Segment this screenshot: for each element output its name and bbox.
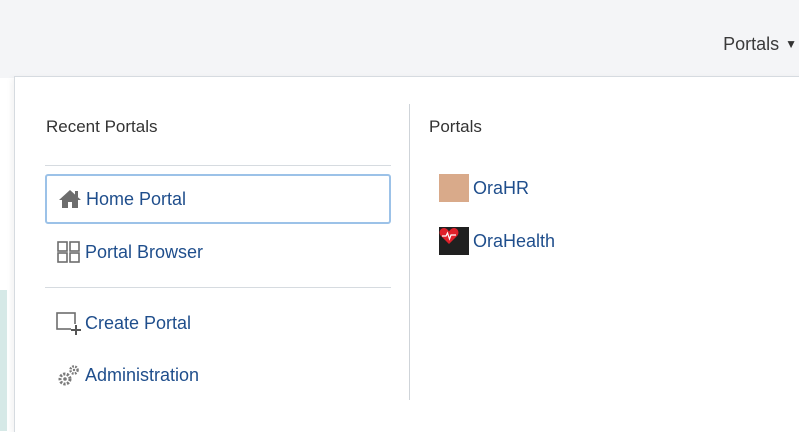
divider — [45, 165, 391, 166]
home-icon — [54, 186, 86, 212]
orahr-thumbnail — [439, 174, 469, 202]
home-portal-label: Home Portal — [86, 188, 187, 209]
administration-link[interactable]: Administration — [45, 351, 391, 399]
portal-browser-link[interactable]: Portal Browser — [45, 228, 391, 276]
create-portal-label: Create Portal — [85, 312, 192, 333]
portals-dropdown: Recent Portals Home Portal Portal Browse… — [14, 76, 799, 432]
top-bar: Portals ▼ — [0, 0, 799, 78]
orahealth-heart-thumbnail — [439, 227, 469, 255]
column-divider — [409, 104, 410, 400]
recent-portals-heading: Recent Portals — [46, 117, 158, 136]
grid-icon — [53, 239, 85, 265]
administration-label: Administration — [85, 364, 200, 385]
portals-menu-button[interactable]: Portals ▼ — [723, 32, 799, 56]
portal-label-orahr: OraHR — [473, 177, 530, 198]
home-portal-link[interactable]: Home Portal — [45, 174, 391, 224]
portal-browser-label: Portal Browser — [85, 241, 204, 262]
portal-link-orahealth[interactable]: OraHealth — [439, 225, 555, 257]
portal-link-orahr[interactable]: OraHR — [439, 172, 529, 204]
divider — [45, 287, 391, 288]
caret-down-icon: ▼ — [785, 37, 797, 51]
portal-label-orahealth: OraHealth — [473, 230, 556, 251]
portals-menu-label: Portals — [723, 33, 780, 54]
background-panel-edge — [0, 290, 7, 431]
gears-icon — [53, 362, 85, 388]
portals-heading: Portals — [429, 117, 482, 136]
create-portal-icon — [53, 310, 85, 336]
create-portal-link[interactable]: Create Portal — [45, 299, 391, 347]
